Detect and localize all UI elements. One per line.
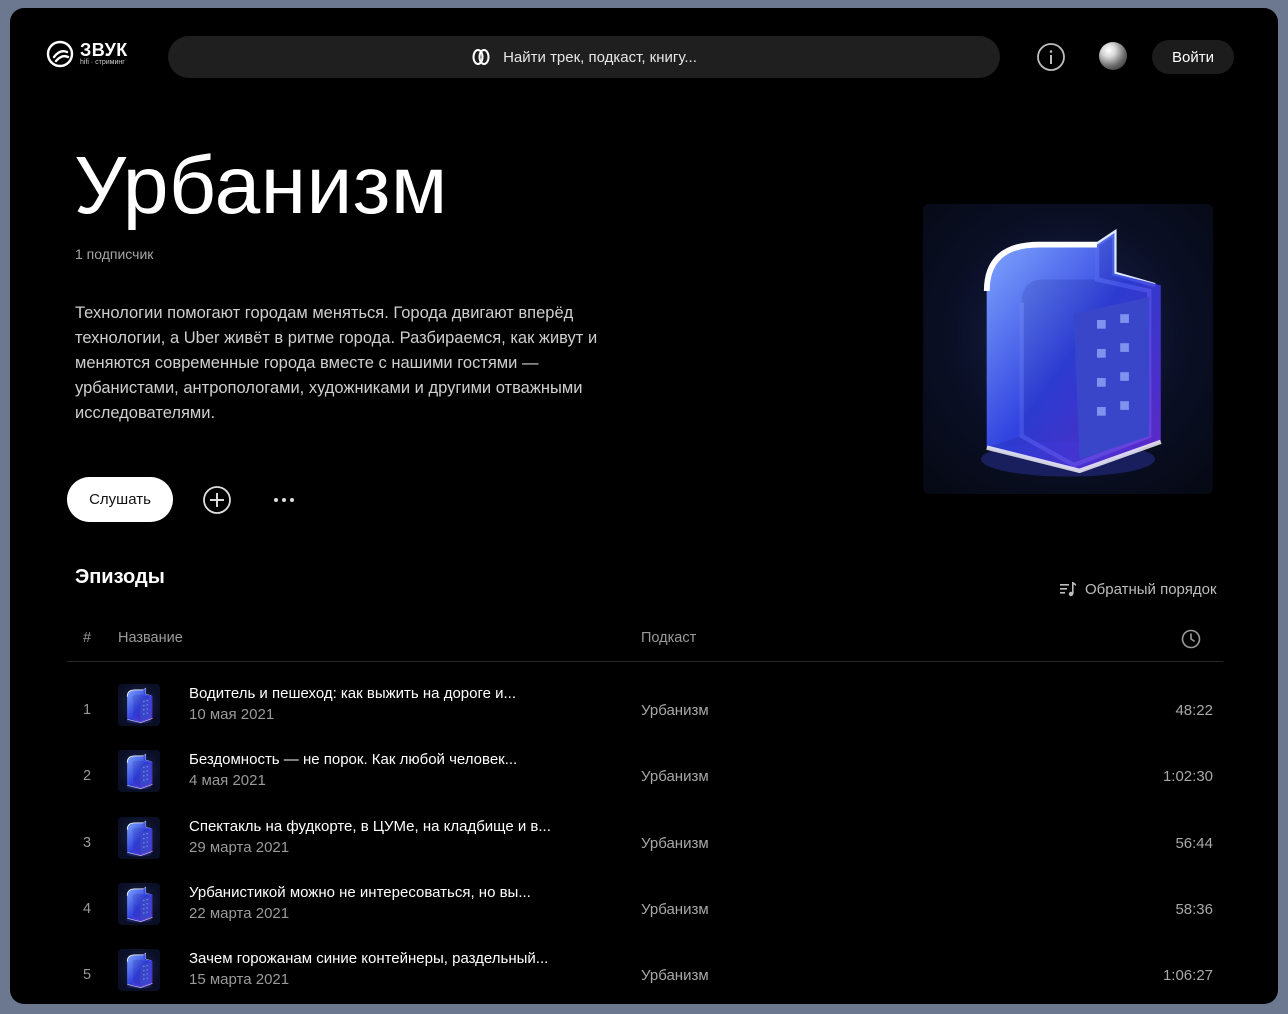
episode-title[interactable]: Бездомность — не порок. Как любой челове… [189, 751, 517, 768]
episode-title[interactable]: Зачем горожанам синие контейнеры, раздел… [189, 950, 548, 967]
more-dot-icon [274, 498, 278, 502]
episode-duration: 56:44 [1175, 835, 1213, 852]
info-icon[interactable] [1036, 42, 1066, 72]
listen-button[interactable]: Слушать [67, 477, 173, 522]
episode-title[interactable]: Водитель и пешеход: как выжить на дороге… [189, 685, 516, 702]
theme-toggle-button[interactable] [1099, 42, 1127, 70]
episode-date: 15 марта 2021 [189, 971, 290, 988]
episode-title[interactable]: Урбанистикой можно не интересоваться, но… [189, 884, 531, 901]
episode-number: 5 [83, 967, 92, 983]
page-title: Урбанизм [74, 140, 448, 231]
episode-row[interactable]: 5 Зачем горожанам синие контейнеры, разд… [67, 946, 1223, 1004]
search-placeholder: Найти трек, подкаст, книгу... [503, 48, 697, 66]
column-header-podcast: Подкаст [641, 630, 697, 646]
column-header-name: Название [118, 630, 183, 646]
podcast-cover [923, 204, 1213, 494]
episode-number: 4 [83, 901, 92, 917]
episode-thumbnail [118, 949, 160, 991]
episode-thumbnail [118, 684, 160, 726]
episode-row[interactable]: 1 Водитель и пешеход: как выжить на доро… [67, 681, 1223, 747]
episode-row[interactable]: 4 Урбанистикой можно не интересоваться, … [67, 880, 1223, 946]
episode-thumbnail [118, 817, 160, 859]
episode-duration: 58:36 [1175, 901, 1213, 918]
episode-date: 22 марта 2021 [189, 905, 290, 922]
sort-label: Обратный порядок [1085, 580, 1217, 598]
episode-number: 2 [83, 768, 92, 784]
logo[interactable]: ЗВУК hifi · стриминг [46, 40, 128, 68]
logo-subtitle: hifi · стриминг [80, 59, 125, 66]
episode-podcast-link[interactable]: Урбанизм [641, 835, 709, 852]
episode-thumbnail [118, 883, 160, 925]
episode-podcast-link[interactable]: Урбанизм [641, 967, 709, 984]
cover-artwork [923, 204, 1213, 494]
clock-icon [1181, 629, 1201, 649]
episode-date: 4 мая 2021 [189, 772, 266, 789]
logo-icon [46, 40, 74, 68]
episode-date: 10 мая 2021 [189, 706, 275, 723]
logo-title: ЗВУК [80, 40, 128, 60]
episode-podcast-link[interactable]: Урбанизм [641, 768, 709, 785]
episode-row[interactable]: 3 Спектакль на фудкорте, в ЦУМе, на клад… [67, 814, 1223, 880]
episode-date: 29 марта 2021 [189, 839, 290, 856]
episode-duration: 1:02:30 [1162, 768, 1213, 785]
login-button[interactable]: Войти [1152, 40, 1234, 74]
table-divider [67, 661, 1223, 662]
more-dot-icon [290, 498, 294, 502]
episode-duration: 1:06:27 [1162, 967, 1213, 984]
search-input[interactable]: Найти трек, подкаст, книгу... [168, 36, 1000, 78]
logo-text: ЗВУК hifi · стриминг [80, 41, 128, 67]
column-header-number: # [83, 630, 92, 646]
episode-row[interactable]: 2 Бездомность — не порок. Как любой чело… [67, 747, 1223, 813]
episodes-heading: Эпизоды [75, 566, 165, 588]
episode-podcast-link[interactable]: Урбанизм [641, 901, 709, 918]
episode-number: 3 [83, 835, 92, 851]
add-icon[interactable] [202, 485, 232, 515]
more-dot-icon [282, 498, 286, 502]
podcast-description: Технологии помогают городам меняться. Го… [75, 304, 598, 422]
episode-thumbnail [118, 750, 160, 792]
subscriber-count: 1 подписчик [75, 246, 154, 262]
more-options-button[interactable] [268, 488, 300, 512]
voice-search-icon [472, 49, 490, 65]
sort-icon [1060, 582, 1076, 597]
episode-podcast-link[interactable]: Урбанизм [641, 702, 709, 719]
app-window: ЗВУК hifi · стриминг Найти трек, подкаст… [10, 8, 1278, 1004]
episode-title[interactable]: Спектакль на фудкорте, в ЦУМе, на кладби… [189, 818, 551, 835]
episode-duration: 48:22 [1175, 702, 1213, 719]
episode-number: 1 [83, 702, 92, 718]
reverse-order-button[interactable]: Обратный порядок [1059, 580, 1217, 598]
